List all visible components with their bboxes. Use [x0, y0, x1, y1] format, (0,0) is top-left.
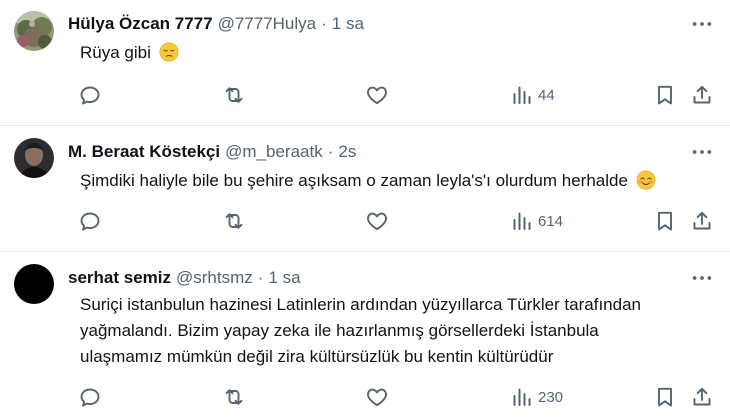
tweet-text-content: Rüya gibi — [80, 43, 151, 62]
tweet-text: Rüya gibi — [80, 40, 706, 66]
tweet-text-line: ulaşmamız mümkün değil zira kültürsüzlük… — [80, 347, 554, 366]
bookmark-icon[interactable] — [653, 385, 677, 409]
reply-icon[interactable] — [78, 209, 102, 233]
tweet-actions: 44 — [0, 80, 730, 110]
pensive-face-emoji-icon — [159, 42, 179, 62]
avatar[interactable] — [14, 11, 54, 51]
more-options-icon[interactable] — [688, 142, 716, 162]
tweet-actions: 230 — [0, 382, 730, 412]
tweet-text: Şimdiki haliyle bile bu şehire aşıksam o… — [80, 168, 706, 194]
tweet-header: M. Beraat Köstekçi @m_beraatk · 2s — [68, 140, 680, 164]
bookmark-icon[interactable] — [653, 209, 677, 233]
heart-icon[interactable] — [365, 83, 389, 107]
separator: · — [257, 268, 264, 287]
share-icon[interactable] — [690, 83, 714, 107]
views-button[interactable]: 614 — [510, 209, 563, 233]
tweet[interactable]: serhat semiz @srhtsmz · 1 sa Suriçi ista… — [0, 252, 730, 420]
more-options-icon[interactable] — [688, 14, 716, 34]
reply-icon[interactable] — [78, 385, 102, 409]
heart-icon[interactable] — [365, 385, 389, 409]
author-handle[interactable]: @7777Hulya — [218, 14, 317, 34]
author-name[interactable]: Hülya Özcan 7777 — [68, 14, 213, 34]
tweet[interactable]: M. Beraat Köstekçi @m_beraatk · 2s Şimdi… — [0, 126, 730, 252]
views-chart-icon — [510, 83, 534, 107]
author-name[interactable]: M. Beraat Köstekçi — [68, 142, 220, 162]
separator: · — [321, 14, 327, 33]
share-icon[interactable] — [690, 209, 714, 233]
reply-icon[interactable] — [78, 83, 102, 107]
tweet[interactable]: Hülya Özcan 7777 @7777Hulya · 1 sa Rüya … — [0, 0, 730, 126]
views-chart-icon — [510, 209, 534, 233]
retweet-icon[interactable] — [222, 385, 246, 409]
avatar[interactable] — [14, 264, 54, 304]
bookmark-icon[interactable] — [653, 83, 677, 107]
tweet-text-line: Suriçi istanbulun hazinesi Latinlerin ar… — [80, 295, 641, 314]
timestamp[interactable]: 1 sa — [268, 268, 300, 288]
more-options-icon[interactable] — [688, 268, 716, 288]
views-button[interactable]: 230 — [510, 385, 563, 409]
views-count: 614 — [538, 212, 564, 230]
tweet-feed: Hülya Özcan 7777 @7777Hulya · 1 sa Rüya … — [0, 0, 730, 420]
retweet-icon[interactable] — [222, 83, 246, 107]
tweet-header: serhat semiz @srhtsmz · 1 sa — [68, 266, 680, 290]
author-handle[interactable]: @m_beraatk — [225, 142, 323, 162]
author-handle[interactable]: @srhtsmz — [176, 268, 253, 288]
timestamp[interactable]: 1 sa — [332, 14, 364, 34]
separator: · — [327, 142, 334, 161]
tweet-text: Suriçi istanbulun hazinesi Latinlerin ar… — [80, 292, 706, 370]
share-icon[interactable] — [690, 385, 714, 409]
timestamp[interactable]: 2s — [338, 142, 356, 162]
views-count: 230 — [538, 388, 564, 406]
tweet-header: Hülya Özcan 7777 @7777Hulya · 1 sa — [68, 12, 680, 36]
heart-icon[interactable] — [365, 209, 389, 233]
author-name[interactable]: serhat semiz — [68, 268, 171, 288]
retweet-icon[interactable] — [222, 209, 246, 233]
avatar[interactable] — [14, 138, 54, 178]
views-button[interactable]: 44 — [510, 83, 555, 107]
smiling-face-with-blush-emoji-icon — [636, 170, 656, 190]
views-count: 44 — [538, 86, 555, 104]
tweet-text-line: yağmalandı. Bizim yapay zeka ile hazırla… — [80, 321, 599, 340]
tweet-actions: 614 — [0, 206, 730, 236]
tweet-text-content: Şimdiki haliyle bile bu şehire aşıksam o… — [80, 171, 628, 190]
views-chart-icon — [510, 385, 534, 409]
